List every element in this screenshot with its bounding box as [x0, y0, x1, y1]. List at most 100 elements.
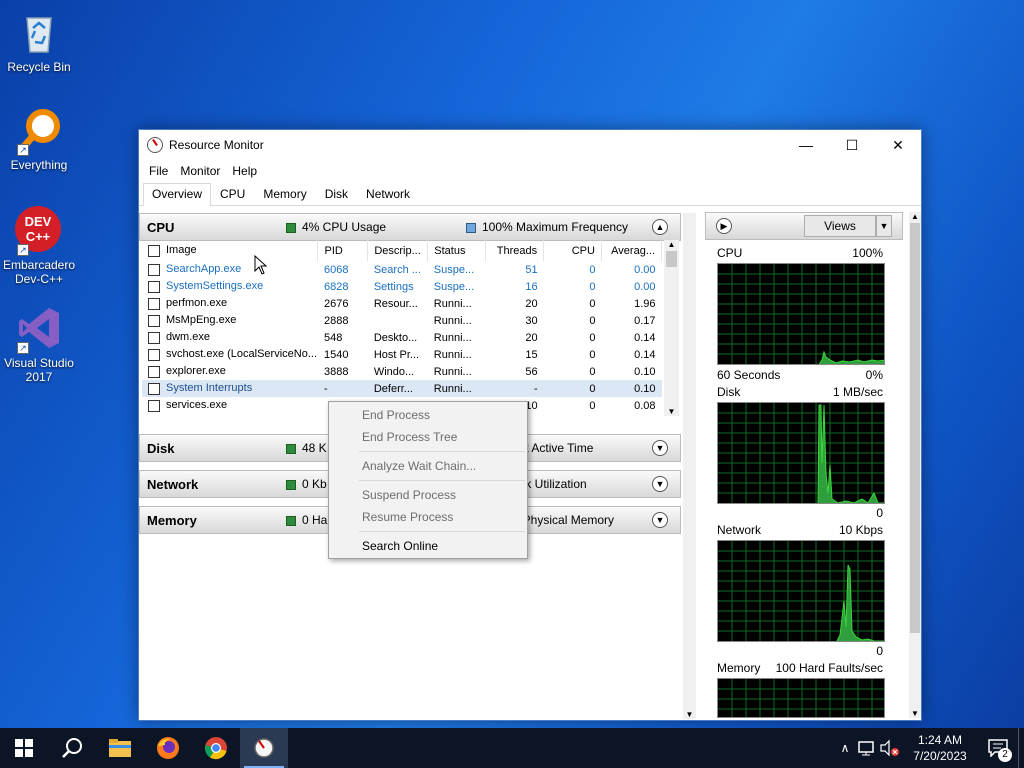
- row-checkbox[interactable]: [148, 280, 160, 293]
- chevron-up-icon[interactable]: ▲: [652, 219, 668, 235]
- views-dropdown-arrow-icon[interactable]: ▼: [876, 215, 892, 237]
- tab-disk[interactable]: Disk: [316, 183, 357, 205]
- show-desktop-button[interactable]: [1018, 728, 1024, 768]
- start-button[interactable]: [0, 728, 48, 768]
- cpu-graph-max: 100%: [852, 246, 883, 260]
- notifications-button[interactable]: 2: [978, 728, 1018, 768]
- views-button[interactable]: Views: [804, 215, 876, 237]
- column-image[interactable]: Image: [142, 240, 319, 261]
- tab-bar: Overview CPU Memory Disk Network: [139, 182, 921, 206]
- close-button[interactable]: ✕: [875, 130, 921, 160]
- desktop-icon-label: Everything: [10, 158, 68, 172]
- scroll-down-arrow-icon[interactable]: ▼: [909, 709, 921, 718]
- scrollbar-thumb[interactable]: [666, 251, 677, 267]
- row-image: explorer.exe: [166, 365, 226, 378]
- maximize-button[interactable]: ☐: [829, 130, 875, 160]
- tab-cpu[interactable]: CPU: [211, 183, 254, 205]
- column-average-cpu[interactable]: Averag...: [601, 240, 663, 261]
- taskbar-file-explorer[interactable]: [96, 728, 144, 768]
- table-row[interactable]: perfmon.exe 2676 Resour... Runni... 20 0…: [142, 295, 662, 312]
- network-section-title: Network: [147, 476, 199, 492]
- scrollbar-thumb[interactable]: [910, 223, 920, 633]
- row-checkbox[interactable]: [148, 399, 160, 412]
- window-title: Resource Monitor: [169, 138, 264, 152]
- row-threads: 20: [525, 331, 538, 344]
- row-checkbox[interactable]: [148, 297, 160, 310]
- network-icon[interactable]: [856, 739, 878, 757]
- table-row-selected[interactable]: System Interrupts - Deferr... Runni... -…: [142, 380, 662, 397]
- desktop-icon-devcpp[interactable]: DEV C++ ↗ Embarcadero Dev-C++: [1, 206, 77, 286]
- system-tray: ∧ 1:24 AM 7/20/2023 2: [834, 728, 1024, 768]
- chevron-down-icon[interactable]: ▼: [652, 440, 668, 456]
- menu-item-analyze-wait-chain[interactable]: Analyze Wait Chain...: [362, 459, 476, 473]
- chevron-down-icon[interactable]: ▼: [652, 512, 668, 528]
- menu-item-search-online[interactable]: Search Online: [362, 539, 438, 553]
- table-row[interactable]: svchost.exe (LocalServiceNo... 1540 Host…: [142, 346, 662, 363]
- volume-muted-icon[interactable]: [878, 739, 902, 757]
- menu-help[interactable]: Help: [226, 164, 263, 178]
- column-cpu[interactable]: CPU: [543, 240, 602, 261]
- minimize-button[interactable]: —: [783, 130, 829, 160]
- row-pid: 6068: [323, 263, 349, 276]
- row-checkbox[interactable]: [148, 382, 160, 395]
- process-table-scrollbar[interactable]: ▲ ▼: [664, 240, 679, 416]
- tab-overview[interactable]: Overview: [143, 183, 212, 206]
- cpu-section-header[interactable]: CPU 4% CPU Usage 100% Maximum Frequency …: [139, 213, 681, 241]
- row-checkbox[interactable]: [148, 331, 160, 344]
- network-graph: [717, 540, 885, 642]
- table-row[interactable]: MsMpEng.exe 2888 Runni... 30 0 0.17: [142, 312, 662, 329]
- cpu-graph-time-span: 60 Seconds: [717, 368, 781, 382]
- table-row[interactable]: SystemSettings.exe 6828 Settings Suspe..…: [142, 278, 662, 295]
- row-checkbox[interactable]: [148, 348, 160, 361]
- scroll-down-arrow-icon[interactable]: ▼: [664, 407, 679, 416]
- column-description[interactable]: Descrip...: [367, 240, 429, 261]
- taskbar-resource-monitor[interactable]: [240, 728, 288, 768]
- column-pid[interactable]: PID: [317, 240, 369, 261]
- menu-item-resume-process[interactable]: Resume Process: [362, 510, 453, 524]
- row-checkbox[interactable]: [148, 365, 160, 378]
- desktop-icon-visual-studio[interactable]: ↗ Visual Studio 2017: [1, 304, 77, 384]
- resource-monitor-icon: [254, 738, 274, 758]
- table-row[interactable]: SearchApp.exe 6068 Search ... Suspe... 5…: [142, 261, 662, 278]
- chevron-up-icon[interactable]: ∧: [834, 741, 856, 755]
- chevron-down-icon[interactable]: ▼: [652, 476, 668, 492]
- desktop-icon-everything[interactable]: ↗ Everything: [1, 106, 77, 172]
- shortcut-arrow-icon: ↗: [17, 342, 29, 354]
- mouse-cursor-icon: [254, 255, 268, 275]
- row-threads: 56: [525, 365, 538, 378]
- disk-graph-plot: [718, 403, 884, 503]
- menu-item-end-process-tree[interactable]: End Process Tree: [362, 430, 457, 444]
- table-row[interactable]: explorer.exe 3888 Windo... Runni... 56 0…: [142, 363, 662, 380]
- clock[interactable]: 1:24 AM 7/20/2023: [902, 732, 978, 764]
- blue-square-icon: [466, 222, 476, 233]
- scroll-up-arrow-icon[interactable]: ▲: [909, 212, 921, 221]
- left-pane-scrollbar[interactable]: ▼: [683, 213, 696, 719]
- chevron-right-icon[interactable]: ▶: [716, 218, 732, 234]
- select-all-checkbox[interactable]: [148, 244, 160, 257]
- search-button[interactable]: [48, 728, 96, 768]
- column-status[interactable]: Status: [427, 240, 487, 261]
- row-average-cpu: 0.08: [634, 399, 656, 412]
- row-checkbox[interactable]: [148, 263, 160, 276]
- taskbar-chrome[interactable]: [192, 728, 240, 768]
- tab-network[interactable]: Network: [357, 183, 419, 205]
- row-status: Runni...: [433, 348, 472, 361]
- table-row[interactable]: dwm.exe 548 Deskto... Runni... 20 0 0.14: [142, 329, 662, 346]
- menu-file[interactable]: File: [143, 164, 174, 178]
- tab-memory[interactable]: Memory: [254, 183, 315, 205]
- column-threads[interactable]: Threads: [485, 240, 545, 261]
- scroll-up-arrow-icon[interactable]: ▲: [664, 240, 679, 249]
- graphs-pane-scrollbar[interactable]: ▲ ▼: [909, 212, 921, 718]
- title-bar[interactable]: Resource Monitor — ☐ ✕: [139, 130, 921, 160]
- menu-item-suspend-process[interactable]: Suspend Process: [362, 488, 456, 502]
- memory-summary-left-text: 0 Ha: [302, 513, 328, 527]
- menu-monitor[interactable]: Monitor: [174, 164, 226, 178]
- row-threads: 30: [525, 314, 538, 327]
- scroll-down-arrow-icon[interactable]: ▼: [683, 710, 696, 719]
- desktop-icon-recycle-bin[interactable]: Recycle Bin: [1, 8, 77, 74]
- row-cpu: 0: [589, 263, 596, 276]
- taskbar-firefox[interactable]: [144, 728, 192, 768]
- menu-item-end-process[interactable]: End Process: [362, 408, 430, 422]
- row-checkbox[interactable]: [148, 314, 160, 327]
- cpu-usage-summary: 4% CPU Usage: [286, 220, 466, 234]
